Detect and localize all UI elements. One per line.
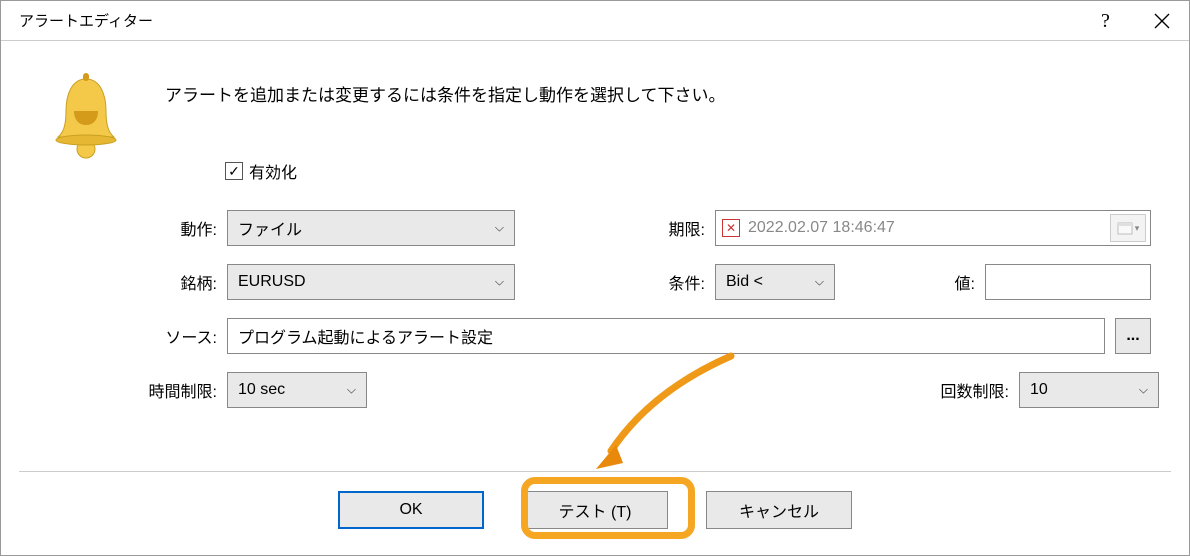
max-iterations-value: 10: [1030, 381, 1048, 399]
divider: [19, 471, 1171, 472]
max-iterations-label: 回数制限:: [941, 378, 1009, 402]
value-label: 値:: [835, 270, 975, 294]
help-button[interactable]: ?: [1081, 1, 1135, 41]
action-select[interactable]: ファイル ⌵: [227, 210, 515, 246]
condition-label: 条件:: [515, 270, 705, 294]
ok-button[interactable]: OK: [338, 491, 484, 529]
close-icon: [1154, 13, 1170, 29]
max-iterations-select[interactable]: 10 ⌵: [1019, 372, 1159, 408]
instruction-text: アラートを追加または変更するには条件を指定し動作を選択して下さい。: [165, 81, 726, 106]
enable-checkbox-row[interactable]: ✓ 有効化: [225, 159, 297, 183]
ok-label: OK: [399, 501, 422, 519]
enable-label: 有効化: [249, 159, 297, 183]
checkbox-icon: ✓: [225, 162, 243, 180]
chevron-down-icon: ▾: [1135, 223, 1140, 234]
chevron-down-icon: ⌵: [495, 275, 504, 290]
bell-icon: [46, 71, 126, 161]
timeout-select[interactable]: 10 sec ⌵: [227, 372, 367, 408]
calendar-icon: [1117, 221, 1133, 235]
symbol-value: EURUSD: [238, 273, 306, 291]
dialog-content: アラートを追加または変更するには条件を指定し動作を選択して下さい。 ✓ 有効化 …: [1, 41, 1189, 71]
window-title: アラートエディター: [19, 10, 1081, 31]
test-button[interactable]: テスト (T): [522, 491, 668, 529]
test-label: テスト (T): [559, 498, 632, 522]
cancel-label: キャンセル: [739, 498, 819, 522]
source-label: ソース:: [1, 324, 217, 348]
source-input[interactable]: プログラム起動によるアラート設定: [227, 318, 1105, 354]
chevron-down-icon: ⌵: [815, 275, 824, 290]
symbol-select[interactable]: EURUSD ⌵: [227, 264, 515, 300]
calendar-button[interactable]: ▾: [1110, 214, 1146, 242]
chevron-down-icon: ⌵: [495, 221, 504, 236]
expiration-label: 期限:: [515, 216, 705, 240]
chevron-down-icon: ⌵: [1139, 383, 1148, 398]
source-value: プログラム起動によるアラート設定: [238, 324, 493, 348]
symbol-label: 銘柄:: [1, 270, 217, 294]
chevron-down-icon: ⌵: [347, 383, 356, 398]
svg-text:?: ?: [1101, 11, 1110, 31]
condition-select[interactable]: Bid < ⌵: [715, 264, 835, 300]
close-button[interactable]: [1135, 1, 1189, 41]
cancel-button[interactable]: キャンセル: [706, 491, 852, 529]
timeout-value: 10 sec: [238, 381, 285, 399]
action-value: ファイル: [238, 216, 302, 240]
condition-value: Bid <: [726, 273, 763, 291]
action-label: 動作:: [1, 216, 217, 240]
titlebar: アラートエディター ?: [1, 1, 1189, 41]
expiration-input[interactable]: ✕ 2022.02.07 18:46:47 ▾: [715, 210, 1151, 246]
alert-editor-window: アラートエディター ? アラートを追加または変更するには条件を指定し動作を選択し…: [0, 0, 1190, 556]
expiration-value: 2022.02.07 18:46:47: [748, 219, 895, 237]
browse-label: ...: [1126, 327, 1139, 345]
x-icon: ✕: [722, 219, 740, 237]
dialog-buttons: OK テスト (T) キャンセル: [1, 491, 1189, 529]
value-input[interactable]: [985, 264, 1151, 300]
browse-button[interactable]: ...: [1115, 318, 1151, 354]
timeout-label: 時間制限:: [1, 378, 217, 402]
